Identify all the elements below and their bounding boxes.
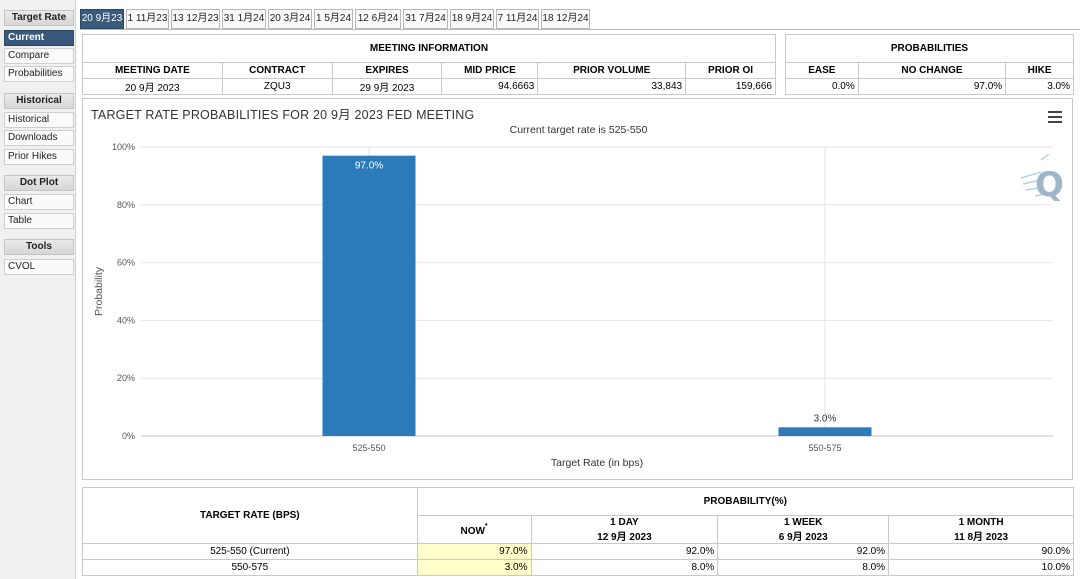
row-1-week-value: 92.0% — [717, 543, 890, 560]
sidebar: Target Rate Current Compare Probabilitie… — [0, 0, 76, 579]
y-tick-label: 80% — [117, 200, 135, 210]
sidebar-header-dot-plot: Dot Plot — [4, 175, 74, 191]
q-logo-letter: Q — [1035, 165, 1064, 205]
q-logo: Q — [1020, 154, 1064, 205]
col-header-prior-volume: PRIOR VOLUME — [537, 62, 687, 79]
1-week-date: 6 9月 2023 — [778, 531, 828, 543]
sidebar-item-probabilities[interactable]: Probabilities — [4, 66, 74, 82]
col-header-target-rate: TARGET RATE (BPS) — [82, 487, 418, 544]
meeting-date-value: 20 9月 2023 — [82, 78, 223, 95]
x-tick-label: 550-575 — [808, 443, 841, 453]
col-header-ease: EASE — [785, 62, 859, 79]
tab-meeting-9[interactable]: 7 11月24 — [496, 9, 539, 29]
sidebar-header-historical: Historical — [4, 93, 74, 109]
tab-meeting-8[interactable]: 18 9月24 — [450, 9, 494, 29]
tab-meeting-10[interactable]: 18 12月24 — [541, 9, 590, 29]
sidebar-item-table[interactable]: Table — [4, 213, 74, 229]
col-header-contract: CONTRACT — [221, 62, 333, 79]
probability-table: TARGET RATE (BPS) PROBABILITY(%) NOW* 1 … — [82, 487, 1075, 576]
data-label: 97.0% — [355, 161, 383, 172]
chart-subtitle: Current target rate is 525-550 — [509, 124, 648, 136]
row-1-day-value: 92.0% — [530, 543, 719, 560]
mid-price-value: 94.6663 — [441, 78, 539, 95]
tab-meeting-4[interactable]: 20 3月24 — [268, 9, 312, 29]
col-header-1-day: 1 DAY 12 9月 2023 — [530, 515, 719, 544]
prior-oi-value: 159,666 — [685, 78, 776, 95]
col-header-hike: HIKE — [1005, 62, 1074, 79]
sidebar-header-target-rate: Target Rate — [4, 10, 74, 26]
sidebar-item-cvol[interactable]: CVOL — [4, 259, 74, 275]
col-header-no-change: NO CHANGE — [857, 62, 1007, 79]
chart-panel: 0% 20% 40% 60% 80% 100% 525-550 97.0% 550-575 3.0… — [82, 98, 1073, 480]
col-header-probability: PROBABILITY(%) — [416, 487, 1075, 516]
now-footnote-marker: * — [484, 522, 488, 530]
tab-divider — [80, 29, 1080, 30]
row-1-month-value: 10.0% — [888, 559, 1074, 576]
1-week-label: 1 WEEK — [784, 516, 823, 528]
row-1-week-value: 8.0% — [717, 559, 890, 576]
1-day-date: 12 9月 2023 — [597, 531, 652, 543]
row-now-value: 3.0% — [416, 559, 532, 576]
sidebar-header-tools: Tools — [4, 239, 74, 255]
sidebar-item-downloads[interactable]: Downloads — [4, 130, 74, 146]
tab-meeting-5[interactable]: 1 5月24 — [314, 9, 353, 29]
col-header-1-month: 1 MONTH 11 8月 2023 — [888, 515, 1074, 544]
table-row: 525-550 (Current) 97.0% 92.0% 92.0% 90.0… — [82, 543, 1074, 560]
chart-title: TARGET RATE PROBABILITIES FOR 20 9月 2023… — [91, 108, 475, 122]
hike-value: 3.0% — [1005, 78, 1074, 95]
tab-meeting-6[interactable]: 12 6月24 — [355, 9, 401, 29]
y-tick-label: 100% — [112, 142, 135, 152]
bar — [778, 427, 872, 436]
row-1-day-value: 8.0% — [530, 559, 719, 576]
sidebar-item-current[interactable]: Current — [4, 30, 74, 46]
sidebar-item-historical[interactable]: Historical — [4, 112, 74, 128]
prior-volume-value: 33,843 — [537, 78, 687, 95]
col-header-mid-price: MID PRICE — [441, 62, 539, 79]
tab-meeting-2[interactable]: 13 12月23 — [171, 9, 220, 29]
col-header-expires: EXPIRES — [331, 62, 443, 79]
1-day-label: 1 DAY — [610, 516, 639, 528]
y-tick-label: 0% — [122, 431, 135, 441]
y-axis-label: Probability — [93, 266, 105, 316]
1-month-label: 1 MONTH — [958, 516, 1004, 528]
row-1-month-value: 90.0% — [888, 543, 1074, 560]
row-rate: 525-550 (Current) — [82, 543, 418, 560]
y-tick-label: 60% — [117, 258, 135, 268]
sidebar-item-prior-hikes[interactable]: Prior Hikes — [4, 149, 74, 165]
sidebar-item-compare[interactable]: Compare — [4, 48, 74, 64]
chart-menu-icon[interactable] — [1048, 111, 1062, 123]
col-header-meeting-date: MEETING DATE — [82, 62, 223, 79]
probability-bar-chart: 0% 20% 40% 60% 80% 100% 525-550 97.0% 550-575 3.0… — [93, 142, 1053, 469]
x-axis-label: Target Rate (in bps) — [551, 457, 643, 469]
table-row: 550-575 3.0% 8.0% 8.0% 10.0% — [82, 559, 1074, 576]
tab-meeting-1[interactable]: 1 11月23 — [126, 9, 169, 29]
ease-value: 0.0% — [785, 78, 859, 95]
y-tick-label: 40% — [117, 315, 135, 325]
row-rate: 550-575 — [82, 559, 418, 576]
col-header-now: NOW* — [416, 515, 532, 544]
contract-value: ZQU3 — [221, 78, 333, 95]
meeting-info-table: MEETING INFORMATION MEETING DATE CONTRAC… — [82, 34, 776, 95]
data-label: 3.0% — [814, 413, 837, 424]
probabilities-title: PROBABILITIES — [785, 34, 1074, 63]
col-header-prior-oi: PRIOR OI — [685, 62, 776, 79]
meeting-info-title: MEETING INFORMATION — [82, 34, 776, 63]
now-label: NOW — [460, 525, 485, 537]
y-tick-label: 20% — [117, 373, 135, 383]
col-header-1-week: 1 WEEK 6 9月 2023 — [717, 515, 890, 544]
expires-value: 29 9月 2023 — [331, 78, 443, 95]
no-change-value: 97.0% — [857, 78, 1007, 95]
tab-meeting-0[interactable]: 20 9月23 — [80, 9, 124, 29]
x-tick-label: 525-550 — [352, 443, 385, 453]
1-month-date: 11 8月 2023 — [954, 531, 1009, 543]
sidebar-item-chart[interactable]: Chart — [4, 194, 74, 210]
bar — [322, 155, 416, 437]
probabilities-table: PROBABILITIES EASE NO CHANGE HIKE 0.0% 9… — [785, 34, 1074, 95]
row-now-value: 97.0% — [416, 543, 532, 560]
tab-meeting-7[interactable]: 31 7月24 — [403, 9, 448, 29]
tab-meeting-3[interactable]: 31 1月24 — [222, 9, 266, 29]
